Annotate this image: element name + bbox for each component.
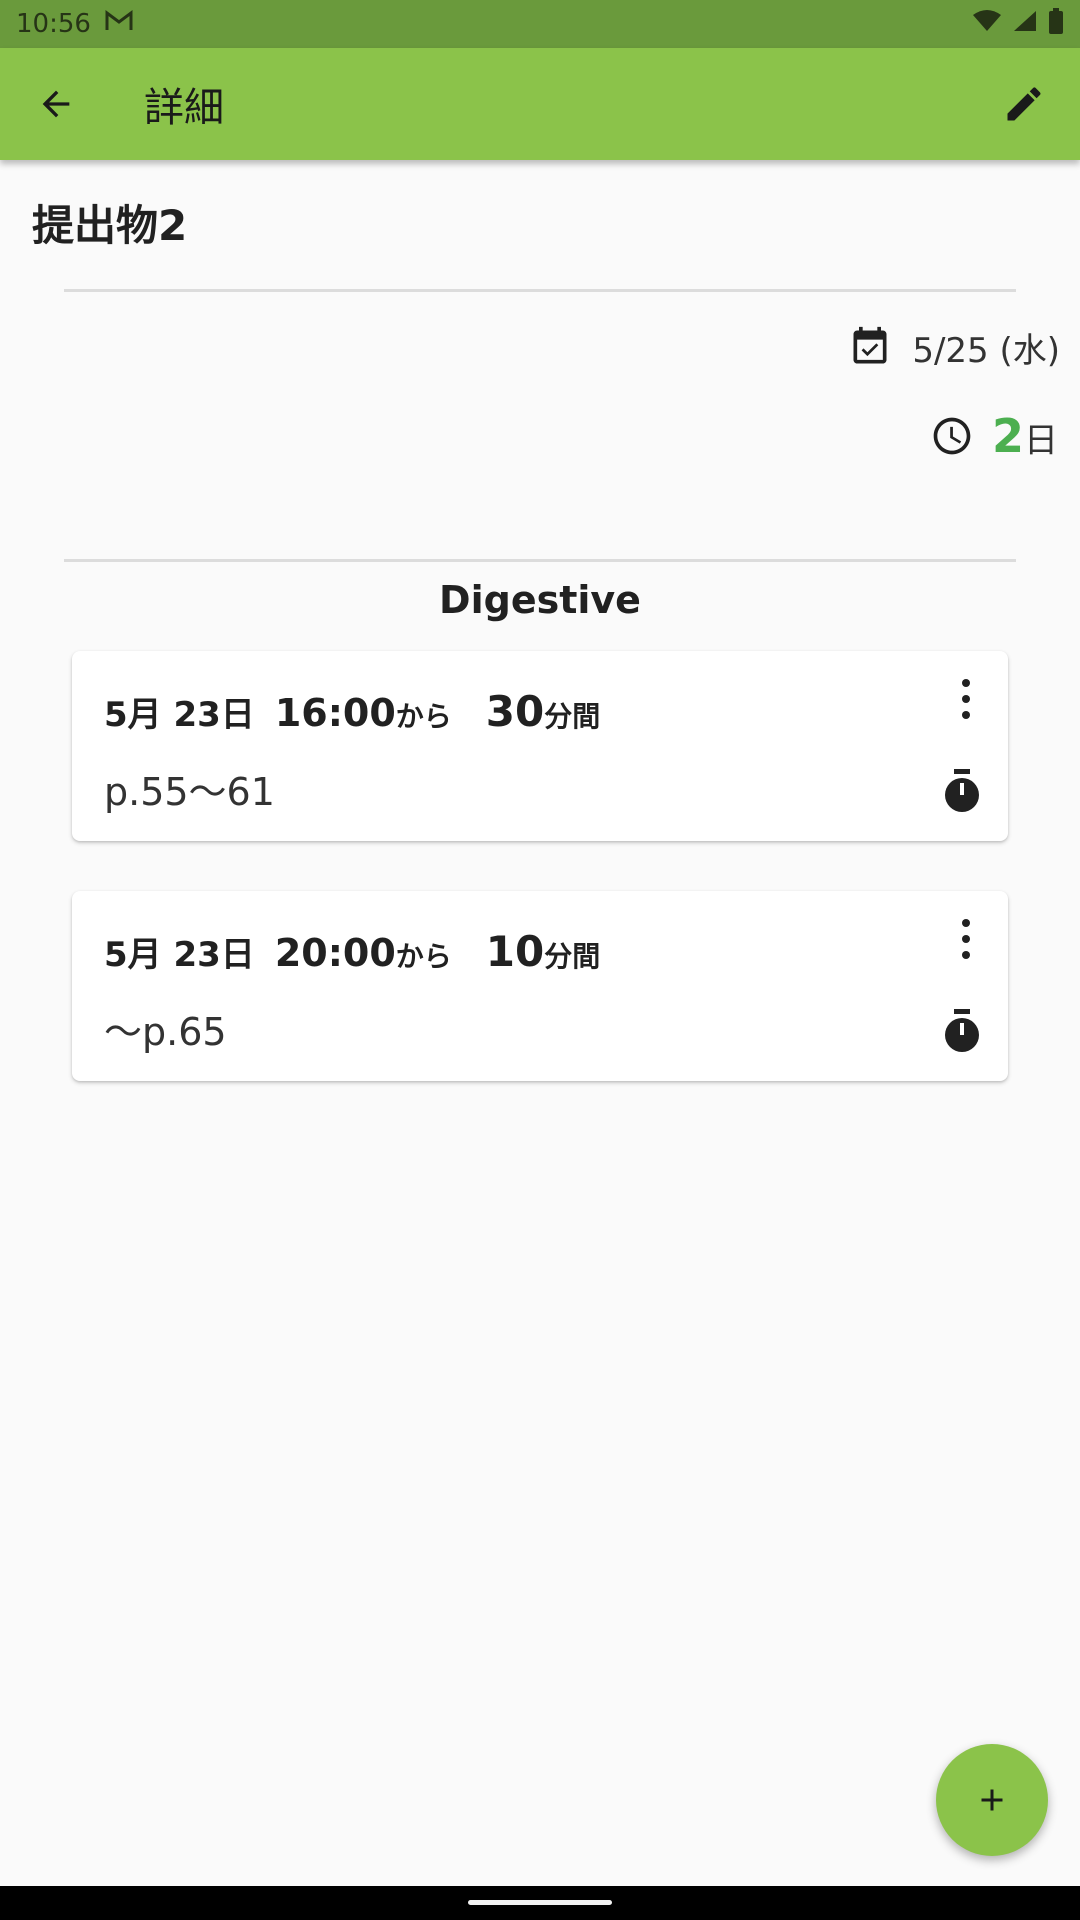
session-card[interactable]: 5月 23日 20:00 から 10 分間 〜p.65 xyxy=(72,891,1008,1081)
back-button[interactable] xyxy=(0,48,112,160)
signal-icon xyxy=(1012,9,1038,40)
status-bar: 10:56 xyxy=(0,0,1080,48)
app-bar-title: 詳細 xyxy=(144,85,224,131)
stopwatch-icon xyxy=(945,769,979,812)
more-vert-icon[interactable] xyxy=(956,919,976,959)
session-from-label: から xyxy=(395,700,452,733)
task-title: 提出物2 xyxy=(32,201,188,250)
add-session-button[interactable] xyxy=(936,1744,1048,1856)
divider-middle xyxy=(64,559,1016,562)
calendar-check-icon xyxy=(853,326,887,364)
gmail-icon xyxy=(105,9,133,39)
session-time: 16:00 xyxy=(274,691,396,735)
session-time: 20:00 xyxy=(274,931,396,975)
session-header: 5月 23日 16:00 から 30 分間 xyxy=(104,687,600,736)
session-date: 5月 23日 xyxy=(104,935,255,975)
session-duration-unit: 分間 xyxy=(544,940,601,973)
due-date-row: 5/25 (水) xyxy=(848,322,1060,372)
edit-button[interactable] xyxy=(968,48,1080,160)
remaining-days-row: 2日 xyxy=(930,408,1058,464)
remaining-days-unit: 日 xyxy=(1024,421,1058,461)
stopwatch-icon xyxy=(945,1009,979,1052)
home-gesture-handle[interactable] xyxy=(468,1900,612,1905)
session-memo: 〜p.65 xyxy=(104,1010,227,1054)
status-time: 10:56 xyxy=(16,9,91,39)
session-from-label: から xyxy=(395,940,452,973)
session-duration: 30 xyxy=(485,687,545,736)
session-duration-unit: 分間 xyxy=(544,700,601,733)
pencil-icon xyxy=(1007,87,1041,121)
remaining-days-number: 2 xyxy=(991,409,1024,463)
more-vert-icon[interactable] xyxy=(956,679,976,719)
session-date: 5月 23日 xyxy=(104,695,255,735)
plus-icon xyxy=(981,1789,1003,1811)
subject-label: Digestive xyxy=(439,578,641,622)
timer-button[interactable] xyxy=(942,1009,982,1057)
clock-icon xyxy=(933,417,971,455)
session-header: 5月 23日 20:00 から 10 分間 xyxy=(104,927,600,976)
session-duration: 10 xyxy=(485,927,545,976)
timer-button[interactable] xyxy=(942,769,982,817)
navigation-bar xyxy=(0,1886,1080,1920)
wifi-icon xyxy=(972,9,1002,40)
arrow-back-icon xyxy=(42,90,70,118)
divider-top xyxy=(64,289,1016,292)
session-memo: p.55〜61 xyxy=(104,770,275,814)
due-date-text: 5/25 (水) xyxy=(912,330,1060,371)
battery-icon xyxy=(1048,7,1064,41)
session-card[interactable]: 5月 23日 16:00 から 30 分間 p.55〜61 xyxy=(72,651,1008,841)
app-bar: 詳細 xyxy=(0,48,1080,160)
